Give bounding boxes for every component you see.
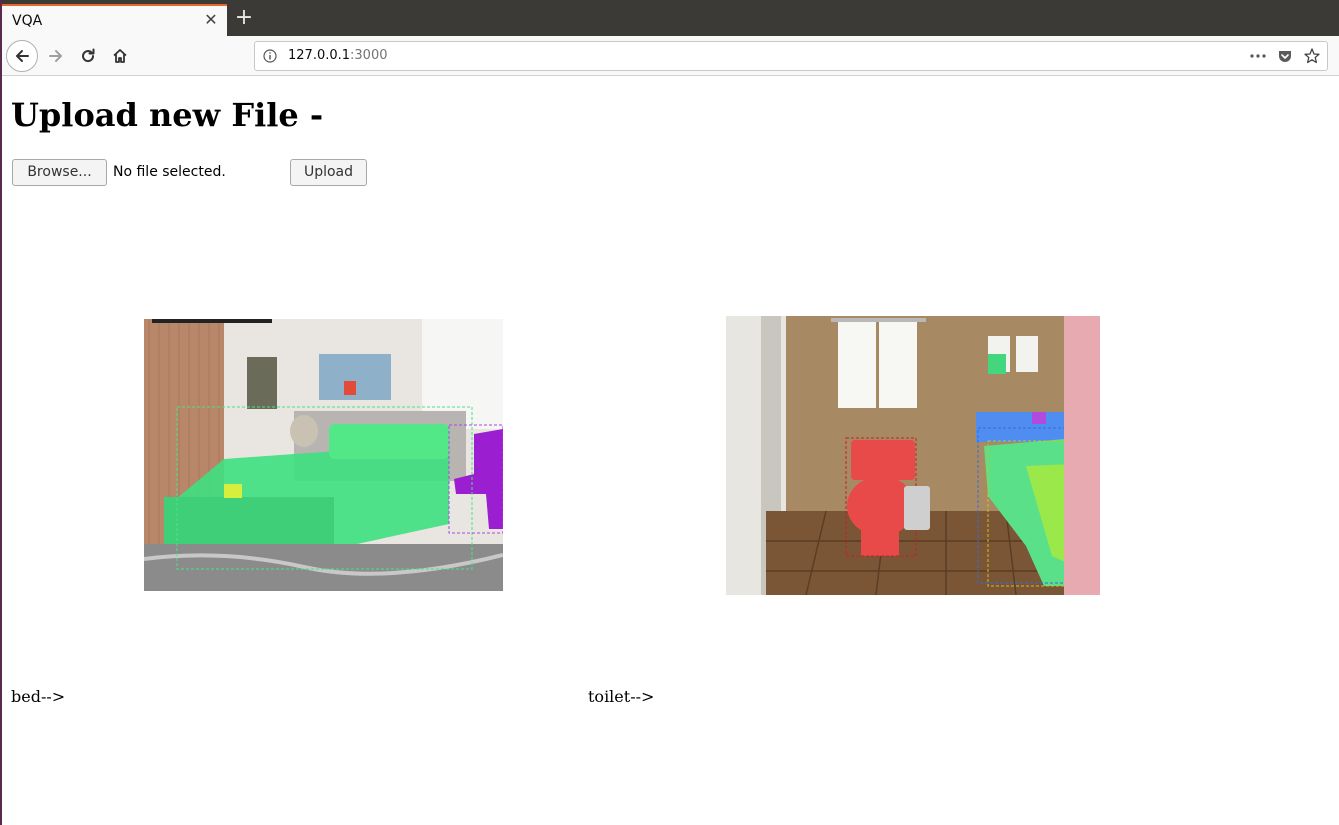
page-actions-icon[interactable] xyxy=(1249,49,1267,63)
reload-button[interactable] xyxy=(72,40,104,72)
bed-segmentation-image xyxy=(144,319,503,591)
url-host: 127.0.0.1 xyxy=(288,48,351,63)
bookmark-star-icon[interactable] xyxy=(1303,47,1321,65)
back-button[interactable] xyxy=(6,40,38,72)
new-tab-icon[interactable]: + xyxy=(233,6,255,30)
url-text[interactable]: 127.0.0.1:3000 xyxy=(288,48,388,63)
toilet-segmentation-image xyxy=(726,316,1100,595)
answer-text-bed: bed--> xyxy=(11,687,66,706)
answer-text-toilet: toilet--> xyxy=(588,687,655,706)
url-port: :3000 xyxy=(350,48,388,63)
page-content: Upload new File - Browse... No file sele… xyxy=(0,77,1339,825)
info-icon[interactable] xyxy=(263,49,277,63)
address-bar[interactable]: 127.0.0.1:3000 xyxy=(254,41,1328,71)
pocket-icon[interactable] xyxy=(1277,48,1293,64)
forward-button[interactable] xyxy=(40,40,72,72)
close-tab-icon[interactable]: ✕ xyxy=(203,12,219,28)
browser-tab[interactable]: VQA ✕ xyxy=(2,4,227,36)
forward-icon xyxy=(49,50,62,62)
back-icon xyxy=(16,50,29,62)
reload-icon xyxy=(82,48,95,63)
tab-title: VQA xyxy=(12,13,43,29)
navigation-toolbar: 127.0.0.1:3000 xyxy=(0,36,1339,76)
page-title: Upload new File - xyxy=(11,96,324,134)
file-status-text: No file selected. xyxy=(113,164,226,180)
home-icon xyxy=(113,49,127,63)
home-button[interactable] xyxy=(104,40,136,72)
tab-strip: VQA ✕ + xyxy=(0,0,1339,36)
upload-button[interactable]: Upload xyxy=(290,159,367,186)
window-edge xyxy=(0,0,2,825)
browse-button[interactable]: Browse... xyxy=(12,159,107,186)
